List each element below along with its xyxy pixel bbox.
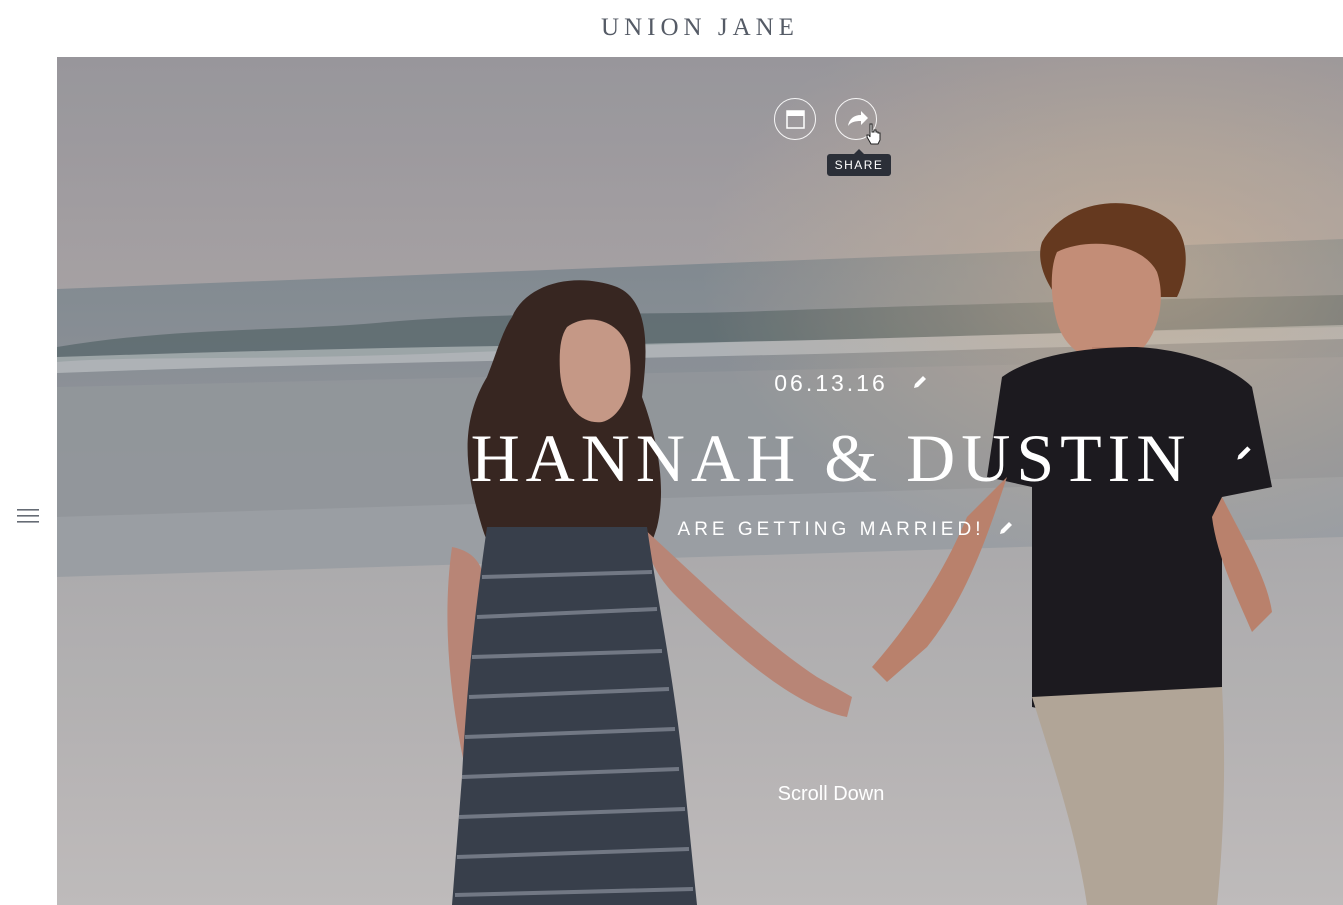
brand-logo[interactable]: UNION JANE bbox=[57, 14, 1343, 42]
couple-names: HANNAH & DUSTIN bbox=[470, 420, 1192, 496]
scroll-down-link[interactable]: Scroll Down bbox=[57, 783, 1343, 806]
hamburger-menu-icon[interactable] bbox=[17, 507, 39, 525]
announcement-subtitle: ARE GETTING MARRIED! bbox=[677, 519, 985, 540]
pencil-icon[interactable] bbox=[911, 373, 929, 391]
share-tooltip: SHARE bbox=[827, 149, 891, 176]
pencil-icon[interactable] bbox=[997, 519, 1015, 537]
layout-button[interactable] bbox=[774, 98, 816, 140]
wedding-date: 06.13.16 bbox=[774, 370, 888, 396]
pointer-cursor-icon bbox=[866, 123, 881, 145]
sidebar bbox=[0, 57, 57, 905]
top-bar: UNION JANE bbox=[0, 0, 1343, 57]
hero-section: SHARE 06.13.16 HANNAH & DUSTIN ARE GETTI… bbox=[57, 57, 1343, 905]
pencil-icon[interactable] bbox=[1234, 443, 1254, 463]
window-layout-icon bbox=[786, 110, 805, 129]
